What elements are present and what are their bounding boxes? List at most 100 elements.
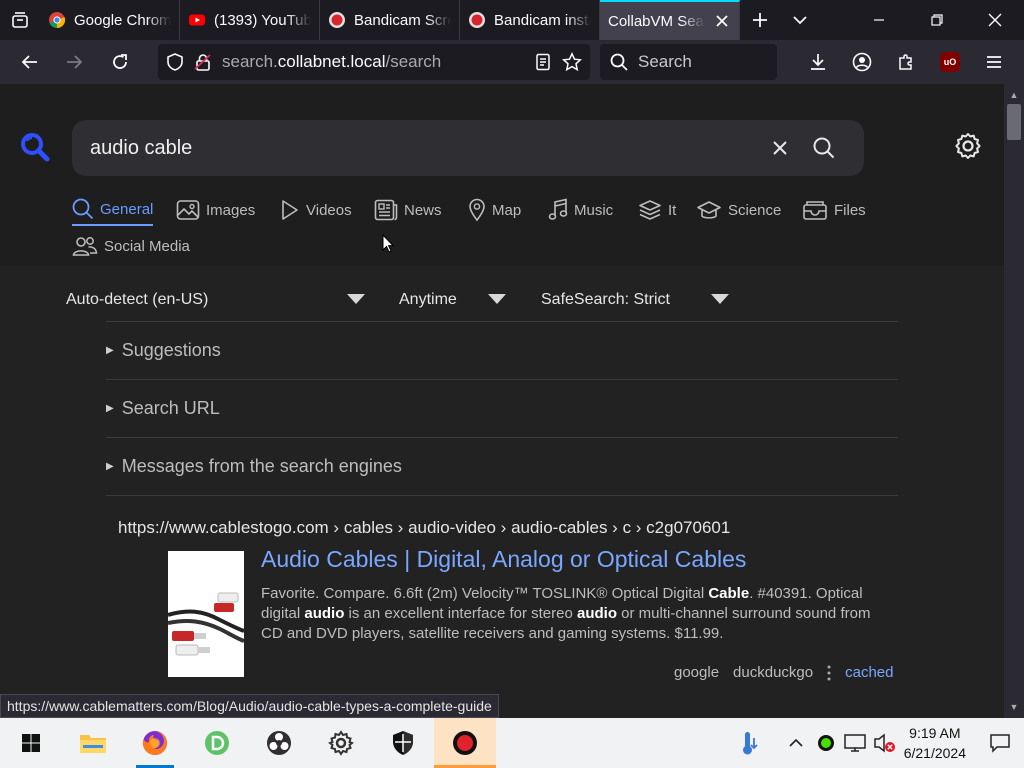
- reader-view-icon[interactable]: [534, 53, 552, 71]
- tab-science[interactable]: Science: [696, 194, 781, 226]
- reload-button[interactable]: [98, 40, 142, 84]
- search-bar-placeholder: Search: [638, 52, 692, 71]
- puzzle-icon: [899, 54, 912, 70]
- scroll-up-arrow-icon[interactable]: ▲: [1004, 86, 1024, 104]
- time-range-select[interactable]: Anytime: [399, 284, 507, 316]
- result-thumbnail[interactable]: [167, 551, 245, 677]
- shield-icon: [167, 53, 183, 71]
- tab-social-media[interactable]: Social Media: [72, 230, 190, 262]
- scroll-down-arrow-icon[interactable]: ▼: [1004, 698, 1024, 716]
- gear-icon: [955, 133, 981, 159]
- close-icon: [773, 141, 787, 155]
- account-icon: [852, 52, 872, 72]
- new-tab-button[interactable]: [740, 0, 780, 40]
- close-tab-button[interactable]: [713, 12, 731, 30]
- caret-down-icon: [711, 294, 729, 304]
- result-title-link[interactable]: Audio Cables | Digital, Analog or Optica…: [261, 546, 746, 573]
- snippet-text: is an excellent interface for stereo: [344, 605, 577, 622]
- snippet-highlight: audio: [576, 605, 617, 622]
- tab-google-chrome[interactable]: Google Chrome: [40, 0, 180, 40]
- navigation-toolbar: search.collabnet.local/search Search uO: [0, 40, 1024, 84]
- tab-youtube[interactable]: (1393) YouTube: [180, 0, 320, 40]
- network-button[interactable]: [840, 733, 870, 753]
- tab-bandicam-install[interactable]: Bandicam install: [460, 0, 600, 40]
- account-button[interactable]: [840, 40, 884, 84]
- thermometer-app-button[interactable]: [726, 730, 774, 756]
- language-select[interactable]: Auto-detect (en-US): [66, 284, 366, 316]
- image-icon: [176, 200, 200, 220]
- firefox-view-button[interactable]: [0, 0, 40, 40]
- shield-icon: [393, 731, 413, 755]
- windows-taskbar: 9:19 AM 6/21/2024: [0, 718, 1024, 768]
- tab-files[interactable]: Files: [802, 194, 866, 226]
- scrollbar-thumb[interactable]: [1007, 104, 1021, 140]
- tab-map[interactable]: Map: [468, 194, 521, 226]
- page-scrollbar[interactable]: ▲ ▼: [1004, 84, 1024, 718]
- show-hidden-icons-button[interactable]: [780, 737, 812, 749]
- preferences-button[interactable]: [952, 130, 984, 162]
- tray-status-button[interactable]: [812, 734, 840, 752]
- engine-messages-toggle[interactable]: ▶ Messages from the search engines: [106, 438, 898, 496]
- bandicam-icon: [329, 12, 345, 28]
- restore-button[interactable]: [908, 0, 966, 40]
- notifications-button[interactable]: [976, 733, 1024, 753]
- extensions-button[interactable]: [884, 40, 928, 84]
- search-bar[interactable]: Search: [600, 44, 777, 80]
- tab-bandicam-screen[interactable]: Bandicam Screen: [320, 0, 460, 40]
- suggestions-toggle[interactable]: ▶ Suggestions: [106, 322, 898, 380]
- record-icon: [453, 731, 477, 755]
- thermometer-icon: [742, 732, 758, 755]
- green-app-button[interactable]: [186, 718, 248, 768]
- volume-button[interactable]: [870, 732, 900, 754]
- link-status-bar: https://www.cablematters.com/Blog/Audio/…: [0, 694, 499, 718]
- tab-images[interactable]: Images: [176, 194, 255, 226]
- chevron-up-icon: [789, 738, 803, 747]
- result-details-list: ▶ Suggestions ▶ Search URL ▶ Messages fr…: [106, 321, 898, 496]
- gear-icon: [328, 730, 354, 756]
- bookmark-star-icon[interactable]: [562, 52, 582, 72]
- tab-videos[interactable]: Videos: [280, 194, 352, 226]
- tab-it[interactable]: It: [638, 194, 676, 226]
- search-url-toggle[interactable]: ▶ Search URL: [106, 380, 898, 438]
- windows-icon: [22, 734, 40, 752]
- restore-icon: [931, 14, 943, 26]
- arrow-left-icon: [21, 55, 37, 69]
- tab-music[interactable]: Music: [548, 194, 613, 226]
- tab-collabvm-search[interactable]: CollabVM Search: [600, 0, 740, 40]
- ublock-button[interactable]: uO: [928, 40, 972, 84]
- downloads-button[interactable]: [796, 40, 840, 84]
- triangle-right-icon: ▶: [106, 461, 114, 472]
- clock[interactable]: 9:19 AM 6/21/2024: [904, 723, 966, 763]
- app-menu-button[interactable]: [972, 40, 1016, 84]
- clear-search-button[interactable]: [758, 126, 802, 170]
- cached-link[interactable]: cached: [845, 664, 893, 681]
- search-form: audio cable: [72, 120, 864, 176]
- page-viewport: audio cable General Images Videos News M…: [0, 84, 1004, 718]
- safesearch-select[interactable]: SafeSearch: Strict: [541, 284, 731, 316]
- insecure-lock-icon: [194, 54, 211, 71]
- bandicam-icon: [469, 12, 485, 28]
- minimize-button[interactable]: [850, 0, 908, 40]
- search-input[interactable]: audio cable: [90, 137, 758, 160]
- start-button[interactable]: [0, 718, 62, 768]
- forward-button[interactable]: [52, 40, 96, 84]
- clock-date: 6/21/2024: [903, 745, 966, 761]
- mouse-cursor-icon: [382, 234, 394, 253]
- submit-search-button[interactable]: [802, 126, 846, 170]
- searxng-logo-icon[interactable]: [20, 132, 52, 164]
- settings-button[interactable]: [310, 718, 372, 768]
- windows-security-button[interactable]: [372, 718, 434, 768]
- tab-news[interactable]: News: [374, 194, 442, 226]
- file-explorer-button[interactable]: [62, 718, 124, 768]
- obs-button[interactable]: [248, 718, 310, 768]
- list-all-tabs-button[interactable]: [780, 0, 820, 40]
- firefox-button[interactable]: [124, 718, 186, 768]
- tab-general[interactable]: General: [72, 194, 154, 226]
- chevron-down-icon: [793, 16, 807, 25]
- result-url[interactable]: https://www.cablestogo.com › cables › au…: [118, 518, 898, 538]
- back-button[interactable]: [8, 40, 52, 84]
- address-bar[interactable]: search.collabnet.local/search: [158, 44, 590, 80]
- firefox-view-icon: [12, 12, 28, 28]
- close-window-button[interactable]: [966, 0, 1024, 40]
- bandicam-button[interactable]: [434, 718, 496, 768]
